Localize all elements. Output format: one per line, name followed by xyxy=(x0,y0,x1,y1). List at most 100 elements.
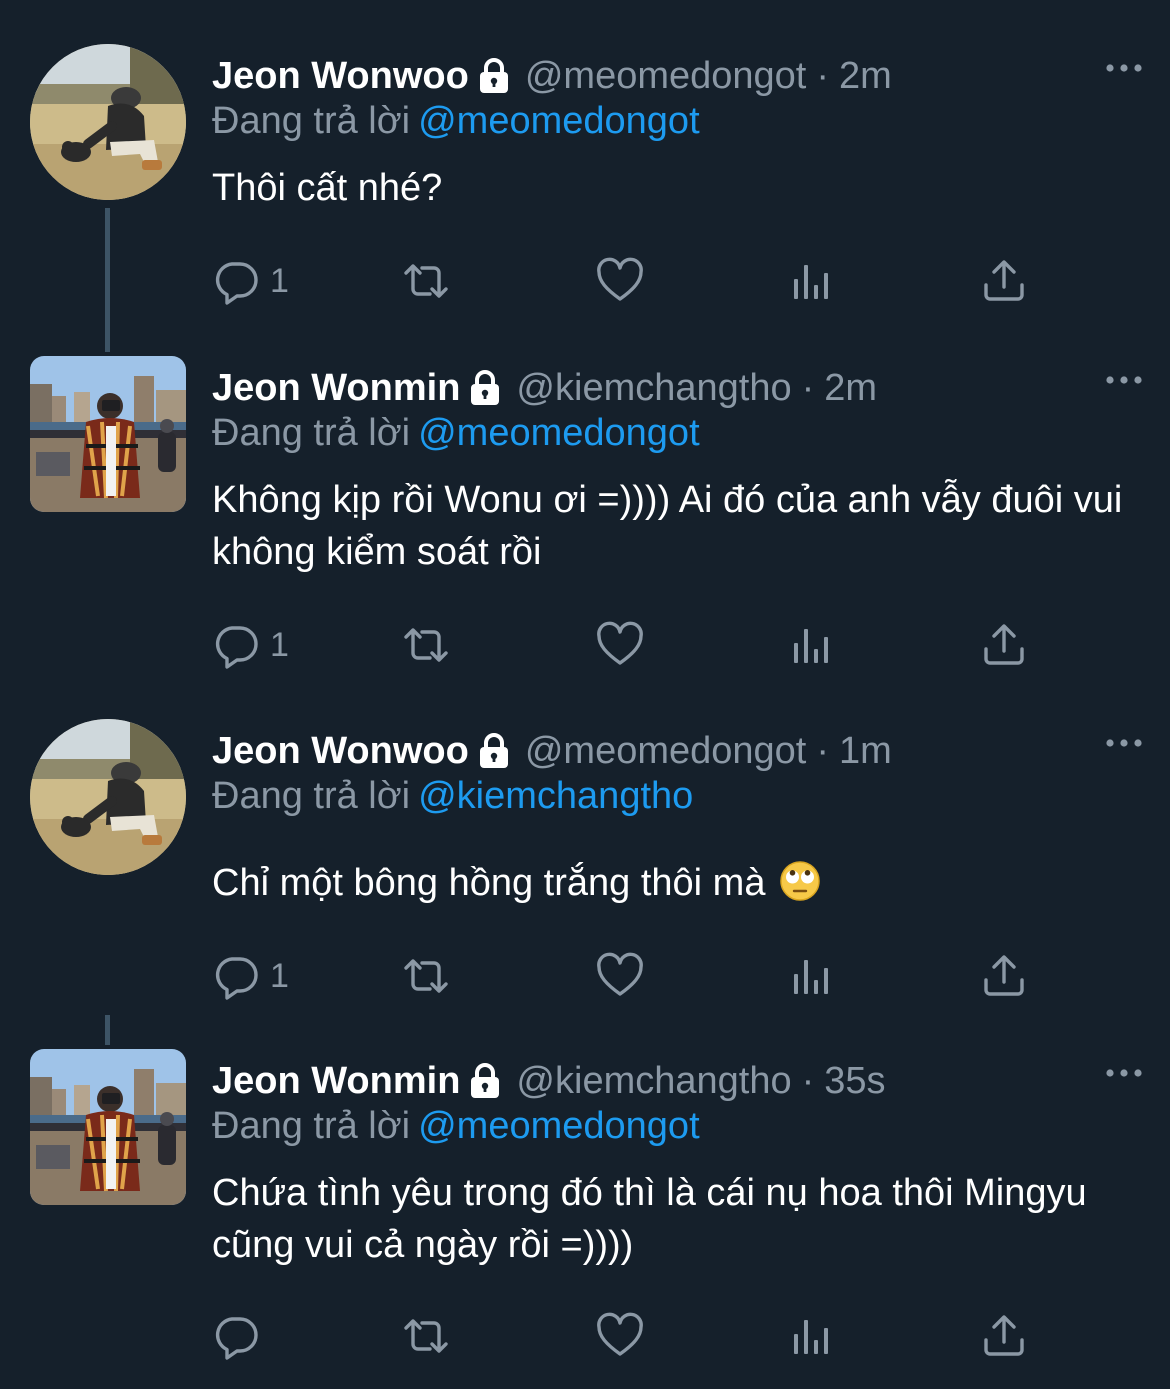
reply-bubble-icon xyxy=(212,257,260,305)
analytics-button[interactable] xyxy=(788,1311,836,1361)
reply-prefix: Đang trả lời xyxy=(212,412,411,454)
avatar[interactable] xyxy=(30,44,186,200)
heart-icon xyxy=(596,257,644,305)
retweet-icon xyxy=(402,1312,450,1360)
reply-prefix: Đang trả lời xyxy=(212,100,411,142)
reply-button[interactable] xyxy=(212,1311,270,1361)
avatar[interactable] xyxy=(30,356,186,512)
timestamp[interactable]: 2m xyxy=(824,367,877,410)
avatar[interactable] xyxy=(30,719,186,875)
replying-to: Đang trả lời @kiemchangtho xyxy=(212,775,693,818)
tweet-text-content: Không kịp rồi Wonu ơi =)))) Ai đó của an… xyxy=(212,479,1123,573)
display-name[interactable]: Jeon Wonwoo xyxy=(212,55,469,98)
reply-button[interactable]: 1 xyxy=(212,951,289,1001)
retweet-button[interactable] xyxy=(402,1311,450,1361)
reply-bubble-icon xyxy=(212,1312,260,1360)
analytics-icon xyxy=(788,952,836,1000)
tweet-text-content: Chỉ một bông hồng trắng thôi mà xyxy=(212,862,766,904)
separator-dot: · xyxy=(801,1059,815,1102)
face-with-rolling-eyes-emoji xyxy=(780,861,820,901)
action-bar: 1 xyxy=(212,951,1092,1001)
display-name[interactable]: Jeon Wonmin xyxy=(212,367,460,410)
reply-bubble-icon xyxy=(212,952,260,1000)
separator-dot: · xyxy=(816,729,830,772)
tweet-text: Không kịp rồi Wonu ơi =)))) Ai đó của an… xyxy=(212,474,1132,578)
analytics-icon xyxy=(788,621,836,669)
more-dots-icon[interactable] xyxy=(1104,370,1144,390)
like-button[interactable] xyxy=(596,1311,644,1361)
separator-dot: · xyxy=(801,366,815,409)
reply-to-handle[interactable]: @meomedongot xyxy=(418,1105,700,1147)
share-icon xyxy=(980,1312,1028,1360)
user-handle[interactable]: @meomedongot xyxy=(525,55,807,98)
share-icon xyxy=(980,257,1028,305)
more-dots-icon[interactable] xyxy=(1104,1063,1144,1083)
share-button[interactable] xyxy=(980,951,1028,1001)
avatar[interactable] xyxy=(30,1049,186,1205)
separator-dot: · xyxy=(816,54,830,97)
user-handle[interactable]: @kiemchangtho xyxy=(516,367,791,410)
replying-to: Đang trả lời @meomedongot xyxy=(212,1105,700,1148)
reply-to-handle[interactable]: @meomedongot xyxy=(418,100,700,142)
timestamp[interactable]: 2m xyxy=(839,55,892,98)
analytics-button[interactable] xyxy=(788,256,836,306)
lock-icon xyxy=(468,370,502,406)
share-icon xyxy=(980,621,1028,669)
reply-to-handle[interactable]: @kiemchangtho xyxy=(418,775,693,817)
lock-icon xyxy=(477,58,511,94)
thread-connector-line xyxy=(105,208,110,352)
heart-icon xyxy=(596,952,644,1000)
share-button[interactable] xyxy=(980,256,1028,306)
reply-to-handle[interactable]: @meomedongot xyxy=(418,412,700,454)
reply-button[interactable]: 1 xyxy=(212,620,289,670)
tweet-header: Jeon Wonmin @kiemchangtho · 2m xyxy=(212,364,877,412)
action-bar: 1 xyxy=(212,620,1092,670)
reply-count: 1 xyxy=(270,956,289,995)
heart-icon xyxy=(596,1312,644,1360)
more-dots-icon[interactable] xyxy=(1104,733,1144,753)
reply-button[interactable]: 1 xyxy=(212,256,289,306)
replying-to: Đang trả lời @meomedongot xyxy=(212,412,700,455)
share-button[interactable] xyxy=(980,1311,1028,1361)
thread-connector-line xyxy=(105,1015,110,1045)
analytics-icon xyxy=(788,257,836,305)
reply-count: 1 xyxy=(270,625,289,664)
like-button[interactable] xyxy=(596,256,644,306)
retweet-icon xyxy=(402,952,450,1000)
lock-icon xyxy=(468,1063,502,1099)
display-name[interactable]: Jeon Wonwoo xyxy=(212,730,469,773)
reply-bubble-icon xyxy=(212,621,260,669)
heart-icon xyxy=(596,621,644,669)
tweet-header: Jeon Wonmin @kiemchangtho · 35s xyxy=(212,1057,886,1105)
share-button[interactable] xyxy=(980,620,1028,670)
action-bar: 1 xyxy=(212,256,1092,306)
lock-icon xyxy=(477,733,511,769)
reply-count: 1 xyxy=(270,261,289,300)
tweet-text-content: Chứa tình yêu trong đó thì là cái nụ hoa… xyxy=(212,1172,1087,1266)
retweet-icon xyxy=(402,621,450,669)
like-button[interactable] xyxy=(596,951,644,1001)
analytics-button[interactable] xyxy=(788,620,836,670)
user-handle[interactable]: @meomedongot xyxy=(525,730,807,773)
tweet-text-content: Thôi cất nhé? xyxy=(212,167,443,209)
timestamp[interactable]: 1m xyxy=(839,730,892,773)
retweet-icon xyxy=(402,257,450,305)
tweet-text: Thôi cất nhé? xyxy=(212,162,1132,214)
timestamp[interactable]: 35s xyxy=(824,1060,885,1103)
tweet-header: Jeon Wonwoo @meomedongot · 2m xyxy=(212,52,892,100)
user-handle[interactable]: @kiemchangtho xyxy=(516,1060,791,1103)
reply-prefix: Đang trả lời xyxy=(212,1105,411,1147)
retweet-button[interactable] xyxy=(402,951,450,1001)
more-dots-icon[interactable] xyxy=(1104,58,1144,78)
replying-to: Đang trả lời @meomedongot xyxy=(212,100,700,143)
action-bar xyxy=(212,1311,1092,1361)
like-button[interactable] xyxy=(596,620,644,670)
analytics-button[interactable] xyxy=(788,951,836,1001)
share-icon xyxy=(980,952,1028,1000)
retweet-button[interactable] xyxy=(402,256,450,306)
tweet-text: Chứa tình yêu trong đó thì là cái nụ hoa… xyxy=(212,1167,1132,1271)
retweet-button[interactable] xyxy=(402,620,450,670)
tweet-text: Chỉ một bông hồng trắng thôi mà xyxy=(212,857,1132,909)
analytics-icon xyxy=(788,1312,836,1360)
display-name[interactable]: Jeon Wonmin xyxy=(212,1060,460,1103)
